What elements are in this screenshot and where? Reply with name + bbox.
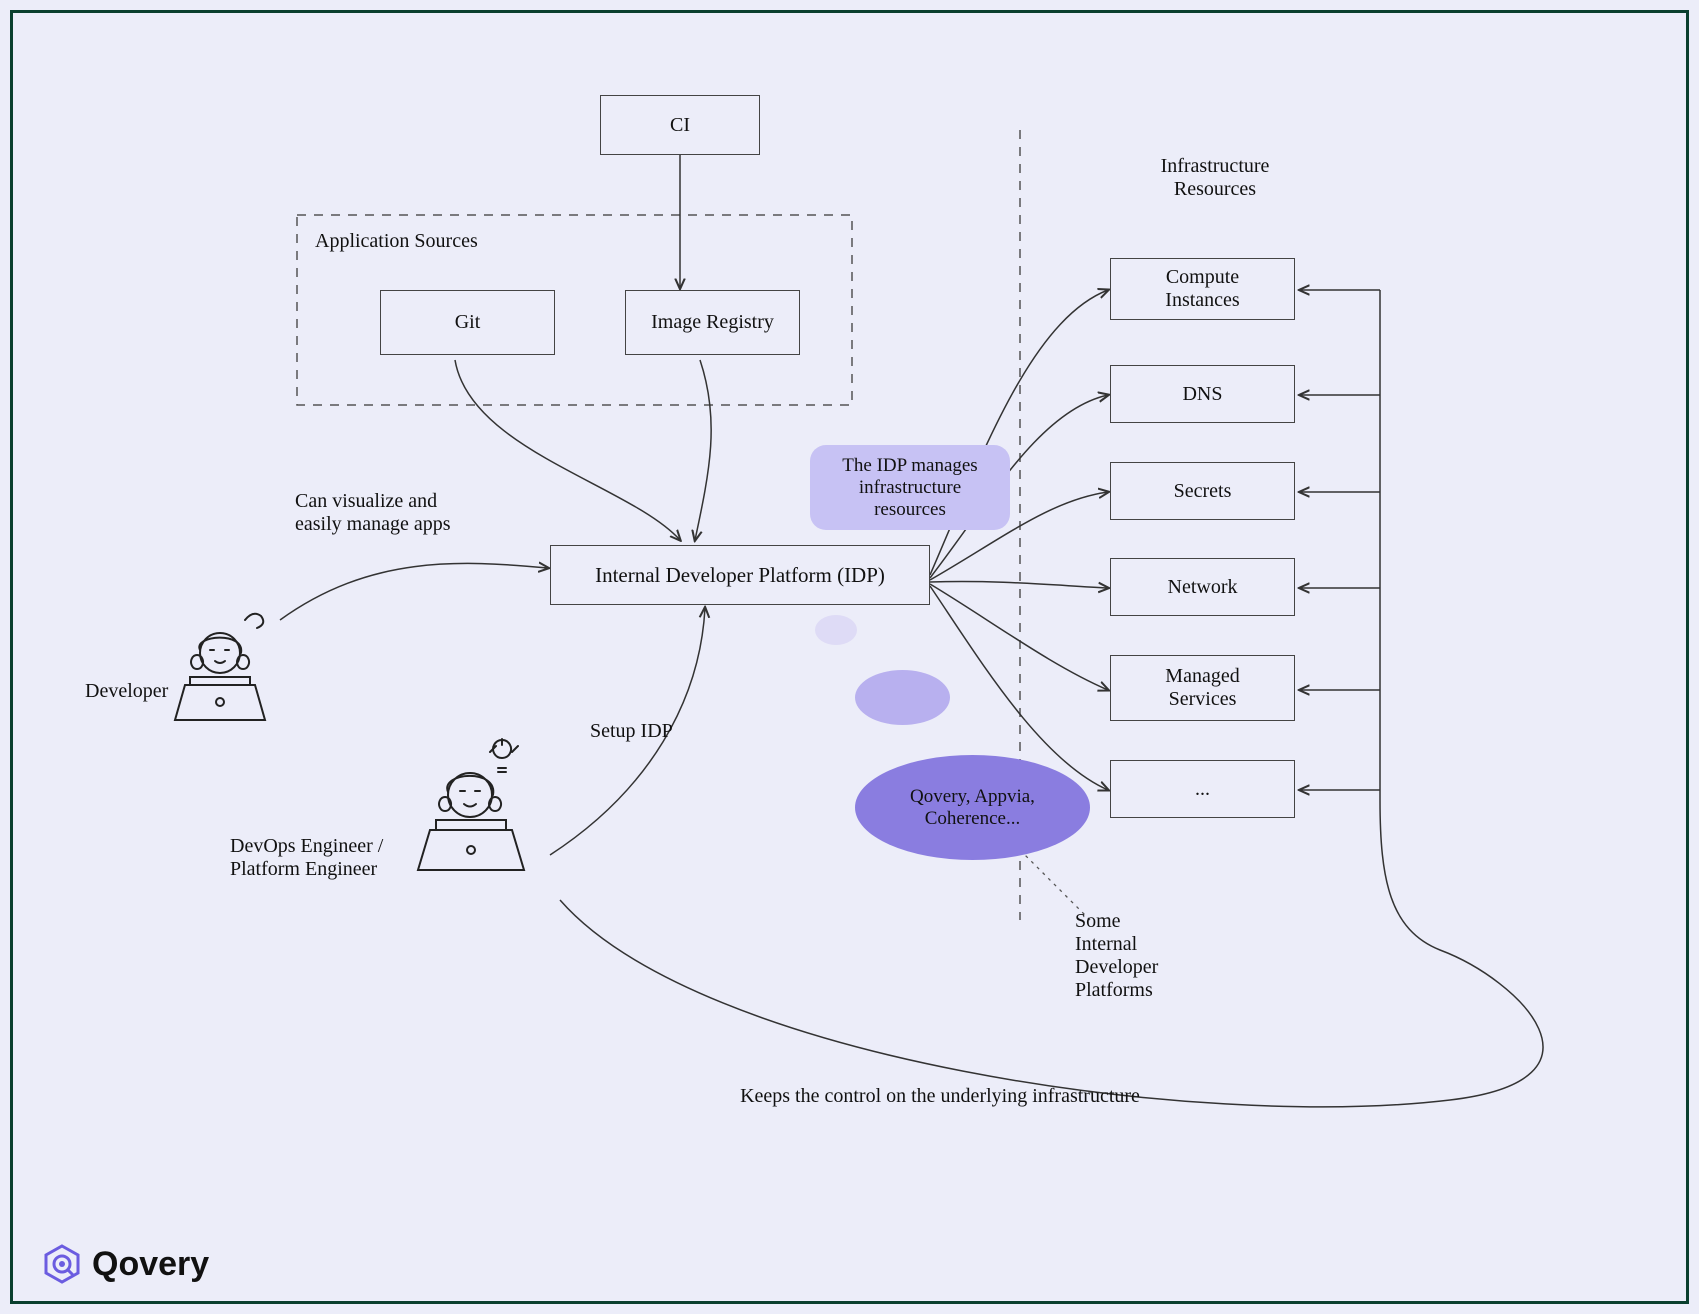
node-dns: DNS bbox=[1110, 365, 1295, 423]
bubble-providers-text: Qovery, Appvia, Coherence... bbox=[910, 786, 1035, 830]
node-network-label: Network bbox=[1168, 576, 1238, 599]
node-idp-label: Internal Developer Platform (IDP) bbox=[595, 563, 885, 588]
node-secrets: Secrets bbox=[1110, 462, 1295, 520]
node-git-label: Git bbox=[455, 311, 481, 334]
node-managed-label: Managed Services bbox=[1165, 665, 1239, 711]
node-image-registry: Image Registry bbox=[625, 290, 800, 355]
providers-note: Some Internal Developer Platforms bbox=[1075, 910, 1205, 1002]
node-git: Git bbox=[380, 290, 555, 355]
app-sources-title: Application Sources bbox=[315, 230, 478, 253]
node-more-label: ... bbox=[1195, 778, 1210, 801]
diagram-svg bbox=[0, 0, 1699, 1314]
annotation-keeps-control: Keeps the control on the underlying infr… bbox=[640, 1085, 1240, 1108]
brand-text: Qovery bbox=[92, 1245, 209, 1284]
decoration-ellipse-mid bbox=[855, 670, 950, 725]
brand-logo: Qovery bbox=[42, 1244, 209, 1284]
node-network: Network bbox=[1110, 558, 1295, 616]
devops-label: DevOps Engineer / Platform Engineer bbox=[230, 835, 420, 881]
node-managed: Managed Services bbox=[1110, 655, 1295, 721]
qovery-icon bbox=[42, 1244, 82, 1284]
node-more: ... bbox=[1110, 760, 1295, 818]
bubble-providers: Qovery, Appvia, Coherence... bbox=[855, 755, 1090, 860]
decoration-ellipse-light bbox=[815, 615, 857, 645]
node-dns-label: DNS bbox=[1182, 383, 1222, 406]
node-secrets-label: Secrets bbox=[1174, 480, 1232, 503]
node-compute-label: Compute Instances bbox=[1165, 266, 1239, 312]
node-ci: CI bbox=[600, 95, 760, 155]
annotation-visualize: Can visualize and easily manage apps bbox=[295, 490, 515, 536]
developer-label: Developer bbox=[85, 680, 168, 703]
node-image-registry-label: Image Registry bbox=[651, 311, 774, 334]
bubble-idp-manages: The IDP manages infrastructure resources bbox=[810, 445, 1010, 530]
node-idp: Internal Developer Platform (IDP) bbox=[550, 545, 930, 605]
infra-title: Infrastructure Resources bbox=[1115, 155, 1315, 201]
node-ci-label: CI bbox=[670, 114, 690, 137]
bubble-idp-manages-text: The IDP manages infrastructure resources bbox=[842, 455, 977, 521]
annotation-setup: Setup IDP bbox=[590, 720, 673, 743]
node-compute: Compute Instances bbox=[1110, 258, 1295, 320]
